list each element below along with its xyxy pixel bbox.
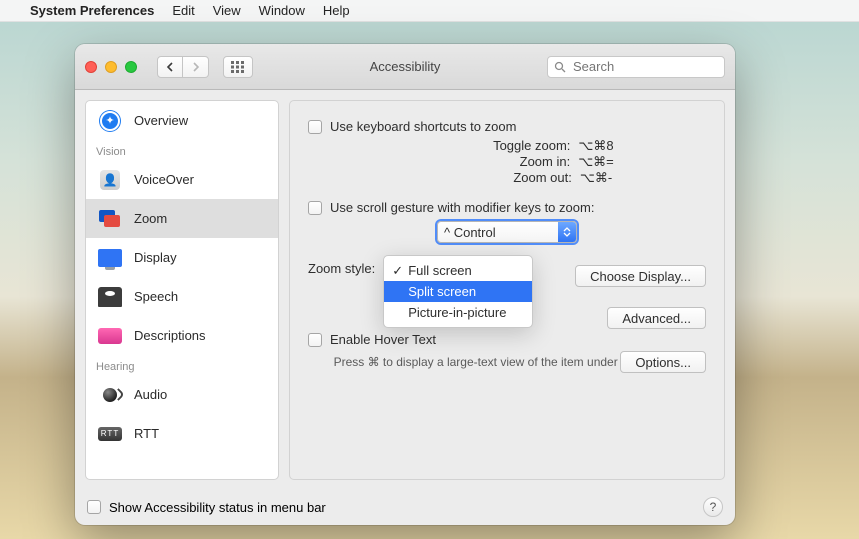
zoom-style-menu: ✓ Full screen Split screen Picture-in-pi…: [383, 255, 533, 328]
sidebar-item-speech[interactable]: Speech: [86, 277, 278, 316]
main-panel: Use keyboard shortcuts to zoom Toggle zo…: [289, 100, 725, 480]
zoom-style-option-full[interactable]: ✓ Full screen: [384, 260, 532, 281]
display-icon: [96, 247, 124, 269]
use-shortcuts-label: Use keyboard shortcuts to zoom: [330, 119, 516, 134]
forward-button: [183, 56, 209, 78]
bottom-bar: Show Accessibility status in menu bar ?: [75, 489, 735, 525]
chevron-right-icon: [192, 62, 200, 72]
use-shortcuts-checkbox[interactable]: [308, 120, 322, 134]
sidebar-item-display[interactable]: Display: [86, 238, 278, 277]
hover-text-options-button[interactable]: Options...: [620, 351, 706, 373]
menu-help[interactable]: Help: [323, 3, 350, 18]
descriptions-icon: [96, 325, 124, 347]
enable-hover-text-label: Enable Hover Text: [330, 332, 436, 347]
sidebar-item-overview[interactable]: ✦ Overview: [86, 101, 278, 140]
audio-icon: [96, 384, 124, 406]
grid-icon: [231, 61, 245, 73]
fullscreen-button[interactable]: [125, 61, 137, 73]
sidebar-item-descriptions[interactable]: Descriptions: [86, 316, 278, 355]
sidebar-heading-hearing: Hearing: [86, 355, 278, 375]
show-status-label: Show Accessibility status in menu bar: [109, 500, 326, 515]
zoom-in-label: Zoom in:: [400, 154, 570, 170]
show-all-button[interactable]: [223, 56, 253, 78]
zoom-out-label: Zoom out:: [402, 170, 572, 186]
sidebar-item-zoom[interactable]: Zoom: [86, 199, 278, 238]
sidebar-item-label: Zoom: [134, 211, 167, 226]
sidebar-item-label: Display: [134, 250, 177, 265]
zoom-icon: [96, 208, 124, 230]
menu-edit[interactable]: Edit: [172, 3, 194, 18]
toggle-zoom-keys: ⌥⌘8: [578, 138, 613, 154]
zoom-style-option-split[interactable]: Split screen: [384, 281, 532, 302]
use-scroll-checkbox[interactable]: [308, 201, 322, 215]
sidebar-item-label: VoiceOver: [134, 172, 194, 187]
back-button[interactable]: [157, 56, 183, 78]
sidebar-item-label: Descriptions: [134, 328, 206, 343]
zoom-in-keys: ⌥⌘=: [578, 154, 614, 170]
shortcut-list: Toggle zoom: ⌥⌘8 Zoom in: ⌥⌘= Zoom out: ⌥⌘-: [308, 138, 706, 186]
sidebar-item-voiceover[interactable]: 👤 VoiceOver: [86, 160, 278, 199]
nav-buttons: [157, 56, 209, 78]
menu-view[interactable]: View: [213, 3, 241, 18]
sidebar-item-audio[interactable]: Audio: [86, 375, 278, 414]
prefs-window: Accessibility ✦ Overview Vision 👤 VoiceO…: [75, 44, 735, 525]
sidebar[interactable]: ✦ Overview Vision 👤 VoiceOver Zoom Displ…: [85, 100, 279, 480]
modifier-key-value: ^ Control: [444, 225, 496, 240]
sidebar-item-label: Speech: [134, 289, 178, 304]
show-status-checkbox[interactable]: [87, 500, 101, 514]
sidebar-item-label: Audio: [134, 387, 167, 402]
voiceover-icon: 👤: [96, 169, 124, 191]
sidebar-item-rtt[interactable]: RTT RTT: [86, 414, 278, 453]
zoom-style-option-pip[interactable]: Picture-in-picture: [384, 302, 532, 323]
search-input[interactable]: [571, 58, 718, 75]
menubar: System Preferences Edit View Window Help: [0, 0, 859, 22]
minimize-button[interactable]: [105, 61, 117, 73]
rtt-icon: RTT: [96, 423, 124, 445]
help-button[interactable]: ?: [703, 497, 723, 517]
chevron-left-icon: [166, 62, 174, 72]
close-button[interactable]: [85, 61, 97, 73]
toggle-zoom-label: Toggle zoom:: [400, 138, 570, 154]
window-controls: [85, 61, 137, 73]
use-scroll-label: Use scroll gesture with modifier keys to…: [330, 200, 594, 215]
sidebar-item-label: RTT: [134, 426, 159, 441]
sidebar-item-label: Overview: [134, 113, 188, 128]
speech-icon: [96, 286, 124, 308]
menu-window[interactable]: Window: [259, 3, 305, 18]
advanced-button[interactable]: Advanced...: [607, 307, 706, 329]
select-stepper-icon: [558, 222, 576, 242]
titlebar: Accessibility: [75, 44, 735, 90]
sidebar-heading-vision: Vision: [86, 140, 278, 160]
accessibility-icon: ✦: [96, 110, 124, 132]
zoom-out-keys: ⌥⌘-: [580, 170, 612, 186]
zoom-style-label: Zoom style:: [308, 261, 375, 276]
search-field[interactable]: [547, 56, 725, 78]
search-icon: [554, 61, 566, 73]
modifier-key-select[interactable]: ^ Control: [437, 221, 577, 243]
app-menu[interactable]: System Preferences: [30, 3, 154, 18]
choose-display-button[interactable]: Choose Display...: [575, 265, 706, 287]
checkmark-icon: ✓: [392, 263, 403, 279]
enable-hover-text-checkbox[interactable]: [308, 333, 322, 347]
